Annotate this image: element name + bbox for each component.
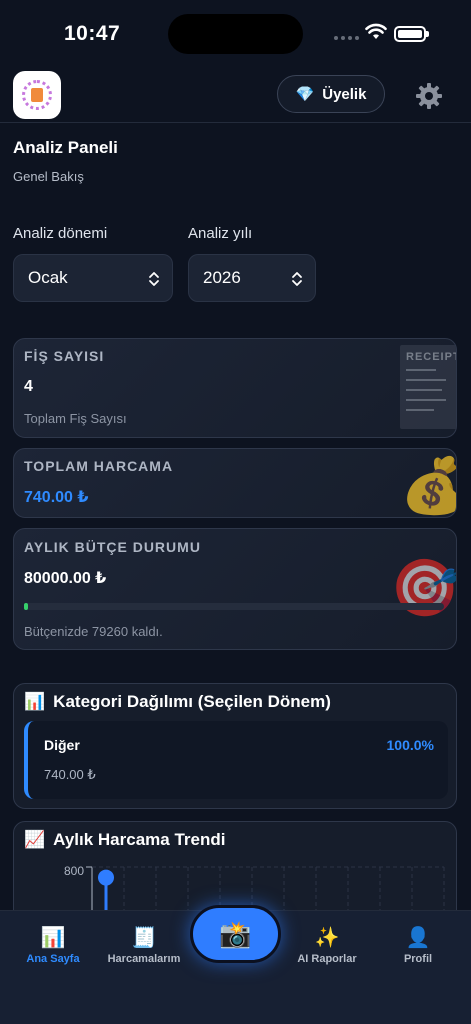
battery-icon xyxy=(394,26,429,42)
year-label: Analiz yılı xyxy=(188,225,253,242)
bar-chart-icon: 📊 xyxy=(24,692,46,711)
membership-button[interactable]: 💎 Üyelik xyxy=(277,75,385,113)
sparkles-icon: ✨ xyxy=(314,927,340,949)
tab-label: Profil xyxy=(403,953,433,965)
tab-bar: 📊 Ana Sayfa 🧾 Harcamalarım 📸 ✨ AI Raporl… xyxy=(0,905,471,1024)
receipt-count-value: 4 xyxy=(24,378,33,395)
profile-icon: 👤 xyxy=(405,927,431,949)
chevron-updown-icon xyxy=(149,272,159,286)
dynamic-island xyxy=(168,14,303,54)
bar-chart-icon: 📊 xyxy=(40,927,66,949)
card-title: TOPLAM HARCAMA xyxy=(24,458,174,474)
signal-icon xyxy=(334,36,360,42)
year-select[interactable]: 2026 xyxy=(188,254,316,302)
membership-label: Üyelik xyxy=(322,85,367,103)
diamond-icon: 💎 xyxy=(295,86,315,103)
category-item[interactable]: Diğer 100.0% 740.00 ₺ xyxy=(24,721,448,799)
camera-icon: 📸 xyxy=(219,918,252,949)
tab-expenses[interactable]: 🧾 Harcamalarım xyxy=(99,925,189,965)
tab-label: AI Raporlar xyxy=(297,953,357,965)
total-spending-card: 💰 TOPLAM HARCAMA 740.00 ₺ xyxy=(13,448,457,518)
line-chart-icon: 📈 xyxy=(24,830,46,849)
target-icon: 🎯 xyxy=(390,556,457,619)
camera-scan-button[interactable]: 📸 xyxy=(190,905,281,963)
card-note: Toplam Fiş Sayısı xyxy=(24,411,127,426)
budget-progress-bar xyxy=(24,603,444,610)
chevron-updown-icon xyxy=(292,272,302,286)
budget-status-card: 🎯 AYLIK BÜTÇE DURUMU 80000.00 ₺ Bütçeniz… xyxy=(13,528,457,650)
wifi-icon xyxy=(365,23,387,39)
card-title: FİŞ SAYISI xyxy=(24,348,105,364)
section-title-text: Kategori Dağılımı (Seçilen Dönem) xyxy=(53,692,331,711)
app-logo[interactable] xyxy=(13,71,61,119)
page-subtitle: Genel Bakış xyxy=(13,169,84,184)
card-title: AYLIK BÜTÇE DURUMU xyxy=(24,539,201,555)
top-bar: 💎 Üyelik xyxy=(0,66,471,123)
period-label: Analiz dönemi xyxy=(13,225,108,242)
category-percent: 100.0% xyxy=(386,737,434,753)
status-time: 10:47 xyxy=(64,22,121,45)
gear-icon[interactable] xyxy=(415,82,443,110)
page-title: Analiz Paneli xyxy=(13,138,118,157)
money-bag-icon: 💰 xyxy=(400,455,456,517)
section-title: 📊 Kategori Dağılımı (Seçilen Dönem) xyxy=(24,692,331,712)
budget-value: 80000.00 ₺ xyxy=(24,570,107,587)
receipt-count-card: RECEIPT FİŞ SAYISI 4 Toplam Fiş Sayısı xyxy=(13,338,457,438)
category-amount: 740.00 ₺ xyxy=(44,767,96,782)
total-spending-value: 740.00 ₺ xyxy=(24,489,89,506)
tab-label: Harcamalarım xyxy=(107,953,181,965)
receipt-icon: 🧾 xyxy=(131,927,157,949)
receipt-image: RECEIPT xyxy=(400,345,456,429)
period-select[interactable]: Ocak xyxy=(13,254,173,302)
category-distribution-section: 📊 Kategori Dağılımı (Seçilen Dönem) Diğe… xyxy=(13,683,457,809)
year-value: 2026 xyxy=(203,268,241,287)
tab-label: Ana Sayfa xyxy=(26,953,80,965)
tab-profile[interactable]: 👤 Profil xyxy=(373,925,463,965)
budget-progress-fill xyxy=(24,603,29,610)
tab-ai-reports[interactable]: ✨ AI Raporlar xyxy=(282,925,372,965)
section-title: 📈 Aylık Harcama Trendi xyxy=(24,830,225,850)
tab-home[interactable]: 📊 Ana Sayfa xyxy=(8,925,98,965)
y-tick-label: 800 xyxy=(64,864,84,878)
section-title-text: Aylık Harcama Trendi xyxy=(53,830,226,849)
budget-note: Bütçenizde 79260 kaldı. xyxy=(24,624,163,639)
period-value: Ocak xyxy=(28,268,68,287)
trend-data-point[interactable] xyxy=(98,869,114,886)
status-bar: 10:47 xyxy=(0,0,471,66)
category-name: Diğer xyxy=(44,737,80,753)
